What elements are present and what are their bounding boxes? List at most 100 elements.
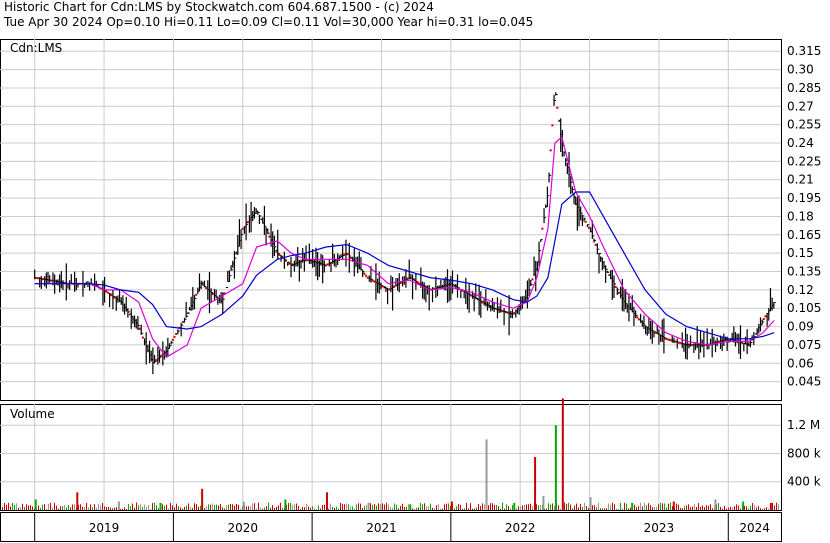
volume-bar-small (454, 508, 455, 510)
x-tick-label: 2023 (644, 521, 675, 535)
volume-bar-small (56, 505, 57, 510)
volume-bar-small (488, 505, 489, 510)
volume-bar-small (14, 504, 15, 510)
volume-bar-small (204, 508, 205, 510)
volume-bar-small (214, 505, 215, 510)
price-point (246, 221, 249, 224)
volume-bar (409, 504, 412, 510)
volume-bar-small (26, 504, 27, 510)
volume-bar-small (134, 507, 135, 510)
volume-bar (284, 499, 287, 510)
volume-bar-small (176, 503, 177, 510)
volume-bar-small (16, 503, 17, 510)
volume-bar-small (504, 508, 505, 510)
price-point (346, 253, 349, 256)
volume-bar-small (106, 506, 107, 510)
volume-bar-small (448, 503, 449, 510)
price-tick-label: 0.045 (787, 375, 821, 389)
volume-bar-small (308, 506, 309, 510)
price-point (506, 311, 509, 314)
volume-bar-small (70, 507, 71, 510)
volume-bar-small (690, 507, 691, 510)
volume-bar-small (558, 505, 559, 510)
price-point (363, 272, 366, 275)
volume-bar-small (132, 503, 133, 510)
volume-bar-small (96, 507, 97, 510)
volume-bar-small (708, 506, 709, 510)
volume-bar-small (526, 504, 527, 510)
volume-bar-small (720, 507, 721, 510)
volume-bar-small (124, 507, 125, 510)
volume-bar-small (38, 505, 39, 510)
volume-bar-small (604, 508, 605, 510)
volume-bar-small (520, 506, 521, 510)
volume-bar-small (532, 506, 533, 510)
price-point (614, 285, 617, 288)
volume-bar-small (40, 507, 41, 510)
volume-bar-small (548, 503, 549, 510)
volume-bar-small (722, 508, 723, 510)
volume-bar-small (378, 503, 379, 510)
volume-bar-small (702, 505, 703, 510)
price-point (501, 310, 504, 313)
volume-bar-small (696, 507, 697, 510)
volume-bar-small (736, 504, 737, 510)
volume-bar-small (336, 506, 337, 510)
volume-bar-small (416, 507, 417, 510)
volume-bar-small (508, 506, 509, 510)
volume-bar-small (316, 508, 317, 510)
volume-bar-small (170, 502, 171, 510)
volume-bar-small (474, 508, 475, 510)
volume-bar-small (340, 502, 341, 510)
volume-bar-small (492, 503, 493, 510)
volume-bar-small (598, 502, 599, 510)
volume-bar-small (220, 503, 221, 510)
volume-bar-small (564, 502, 565, 510)
volume-bar-small (396, 504, 397, 510)
price-point (343, 253, 346, 256)
volume-bar-small (538, 505, 539, 510)
volume-bar-small (778, 504, 779, 510)
price-tick-label: 0.315 (787, 44, 821, 58)
volume-bar-small (50, 502, 51, 510)
volume-bar-small (270, 507, 271, 510)
volume-bar-small (102, 503, 103, 510)
volume-bar-small (584, 502, 585, 510)
volume-bar-small (12, 502, 13, 510)
volume-bar-small (608, 503, 609, 510)
price-tick-label: 0.075 (787, 338, 821, 352)
volume-bar-small (768, 508, 769, 510)
volume-bar-small (588, 508, 589, 510)
volume-bar (742, 501, 745, 510)
volume-bar-small (142, 507, 143, 510)
price-point (588, 226, 591, 229)
volume-bar-small (300, 508, 301, 510)
volume-bar-small (540, 504, 541, 510)
volume-bar-small (266, 506, 267, 510)
volume-bar-small (670, 502, 671, 510)
volume-bar-small (298, 506, 299, 510)
volume-bar-small (180, 507, 181, 510)
price-point (241, 227, 244, 230)
volume-bar-small (494, 504, 495, 510)
volume-bar-small (342, 503, 343, 510)
price-tick-label: 0.18 (787, 209, 814, 223)
volume-bar-small (350, 506, 351, 510)
volume-bar-small (112, 508, 113, 510)
volume-bar-small (264, 507, 265, 510)
volume-bar-small (438, 504, 439, 510)
volume-bar-small (376, 505, 377, 510)
price-point (37, 277, 40, 280)
volume-bar-small (638, 506, 639, 510)
volume-bar-small (178, 506, 179, 510)
volume-bar-small (656, 506, 657, 510)
volume-bar-small (484, 504, 485, 510)
price-point (326, 263, 329, 266)
volume-bar-small (758, 505, 759, 510)
volume-bar-small (84, 507, 85, 510)
volume-bar-small (292, 504, 293, 510)
volume-bar-small (72, 504, 73, 510)
volume-bar-small (338, 508, 339, 510)
volume-bar-small (420, 502, 421, 510)
volume-bar-small (700, 506, 701, 510)
